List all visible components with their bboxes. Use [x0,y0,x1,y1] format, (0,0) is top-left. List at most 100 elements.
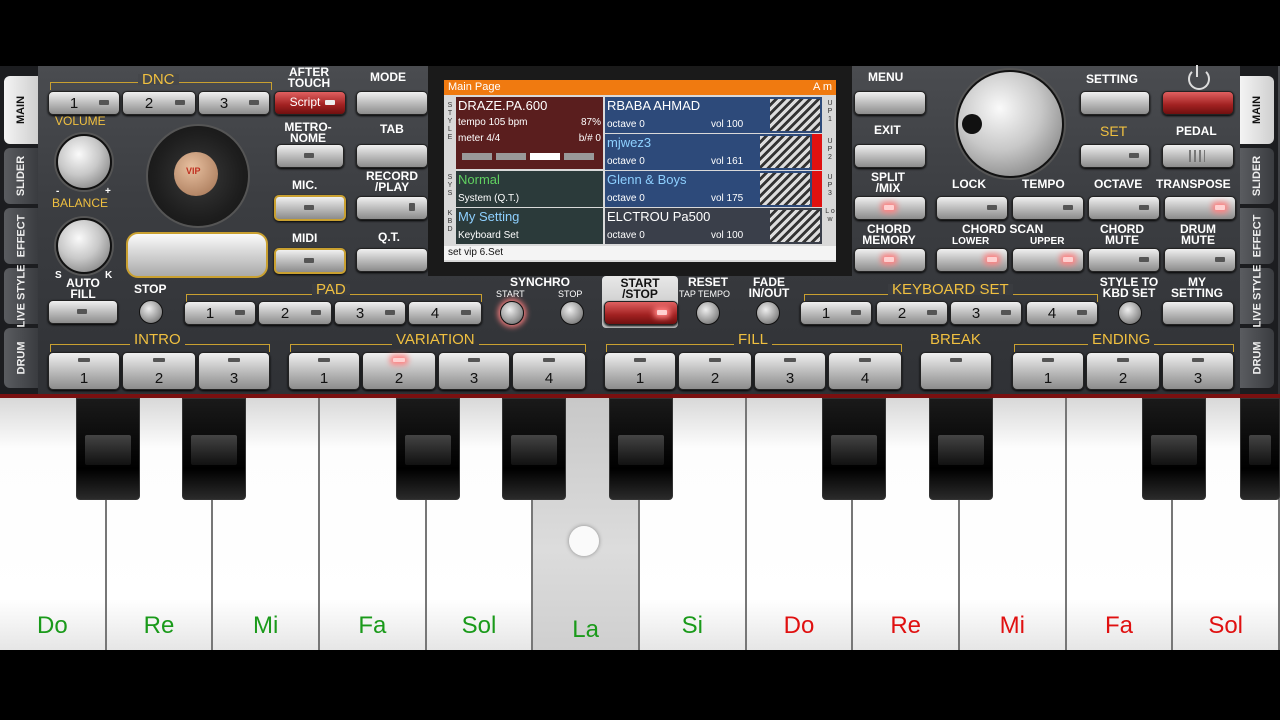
kbd-set-button-4[interactable]: 4 [1026,301,1098,325]
fill-button-2[interactable]: 2 [678,352,752,390]
button-number: 1 [1043,370,1053,387]
metronome-button[interactable] [276,144,344,168]
reset-button[interactable] [696,301,720,325]
upper3-name: Glenn & Boys [607,172,687,187]
intro-button-3[interactable]: 3 [198,352,270,390]
setting-button[interactable] [1080,91,1150,115]
tab-live-style-right[interactable]: LIVE STYLE [1240,265,1274,327]
menu-button[interactable] [854,91,926,115]
pedal-button[interactable] [1162,144,1234,168]
black-key[interactable] [395,398,460,500]
tempo-button[interactable] [1012,196,1084,220]
style-name: DRAZE.PA.600 [458,98,548,113]
tab-slider-right[interactable]: SLIDER [1240,148,1274,204]
variation-button-1[interactable]: 1 [288,352,360,390]
chord-memory-button[interactable] [854,248,926,272]
ending-button-3[interactable]: 3 [1162,352,1234,390]
touch-pad[interactable] [126,232,268,278]
tab-label: LIVE STYLE [1251,264,1263,328]
variation-button-3[interactable]: 3 [438,352,510,390]
tab-label: MAIN [1250,95,1263,125]
style-cell[interactable]: DRAZE.PA.600 tempo 105 bpm 87% meter 4/4… [456,97,603,169]
split-mix-button[interactable] [854,196,926,220]
ending-label: ENDING [1088,332,1155,347]
upper1-name: RBABA AHMAD [607,98,701,113]
keyboard-set-cell[interactable]: My Setting Keyboard Set [456,208,603,244]
qt-button[interactable] [356,248,428,272]
transpose-button[interactable] [1164,196,1236,220]
stop-button[interactable] [139,300,163,324]
octave-button[interactable] [1088,196,1160,220]
my-setting-button[interactable] [1162,301,1234,325]
led [987,257,997,262]
black-key[interactable] [929,398,993,500]
script-button[interactable]: Script [274,91,346,115]
black-key[interactable] [822,398,887,500]
auto-fill-button[interactable] [48,300,118,324]
start-stop-button[interactable] [604,301,678,325]
upper2-cell[interactable]: mjwez3 octave 0 vol 161 [605,134,822,170]
volume-knob[interactable] [56,134,112,190]
set-button[interactable] [1080,144,1150,168]
tab-label: LIVE STYLE [15,264,27,328]
ending-button-2[interactable]: 2 [1086,352,1160,390]
lock-button[interactable] [936,196,1008,220]
touch-indicator [569,526,599,556]
tab-live-style-left[interactable]: LIVE STYLE [4,265,38,327]
fill-button-4[interactable]: 4 [828,352,902,390]
side-up3: U P 3 [827,174,833,197]
tab-drum-right[interactable]: DRUM [1240,328,1274,388]
black-key[interactable] [75,398,140,500]
fade-button[interactable] [756,301,780,325]
fill-button-1[interactable]: 1 [604,352,676,390]
upper3-cell[interactable]: Glenn & Boys octave 0 vol 175 [605,171,822,207]
upper1-octave: octave 0 [607,119,645,130]
synchro-stop-button[interactable] [560,301,584,325]
tab-main-right[interactable]: MAIN [1240,76,1274,144]
ending-button-1[interactable]: 1 [1012,352,1084,390]
midi-label: MIDI [292,231,318,245]
midi-button[interactable] [274,248,346,274]
tab-slider-left[interactable]: SLIDER [4,148,38,204]
lower-button[interactable] [936,248,1008,272]
upper-label: UPPER [1030,236,1065,247]
tab-button[interactable] [356,144,428,168]
style-to-kbd-button[interactable] [1118,301,1142,325]
chord-mute-button[interactable] [1088,248,1160,272]
fill-button-3[interactable]: 3 [754,352,826,390]
drum-mute-button[interactable] [1164,248,1236,272]
pad-button-4[interactable]: 4 [408,301,482,325]
tab-effect-right[interactable]: EFFECT [1240,208,1274,264]
led [657,310,667,315]
button-number: 4 [544,370,554,387]
intro-button-1[interactable]: 1 [48,352,120,390]
tab-drum-left[interactable]: DRUM [4,328,38,388]
power-button[interactable] [1162,91,1234,115]
upper-button[interactable] [1012,248,1084,272]
dnc-button-3[interactable]: 3 [198,91,270,115]
black-key[interactable] [1240,398,1280,500]
upper1-cell[interactable]: RBABA AHMAD octave 0 vol 100 [605,97,822,133]
black-key[interactable] [502,398,567,500]
pad-label: PAD [312,282,350,297]
mic-button[interactable] [274,195,346,221]
mode-button[interactable] [356,91,428,115]
lower-cell[interactable]: ELCTROU Pa500 octave 0 vol 100 [605,208,822,244]
black-key[interactable] [609,398,673,500]
led [1063,205,1073,210]
balance-knob[interactable] [56,218,112,274]
break-button[interactable] [920,352,992,390]
variation-button-2[interactable]: 2 [362,352,436,390]
exit-button[interactable] [854,144,926,168]
my-setting-label: MY SETTING [1170,275,1223,300]
tab-effect-left[interactable]: EFFECT [4,208,38,264]
black-key[interactable] [182,398,247,500]
record-play-button[interactable] [356,196,428,220]
synchro-start-button[interactable] [500,301,524,325]
power-icon [1188,68,1210,90]
variation-button-4[interactable]: 4 [512,352,586,390]
black-key[interactable] [1142,398,1207,500]
synchro-stop-label: STOP [558,289,583,299]
system-cell[interactable]: Normal System (Q.T.) [456,171,603,207]
intro-button-2[interactable]: 2 [122,352,196,390]
